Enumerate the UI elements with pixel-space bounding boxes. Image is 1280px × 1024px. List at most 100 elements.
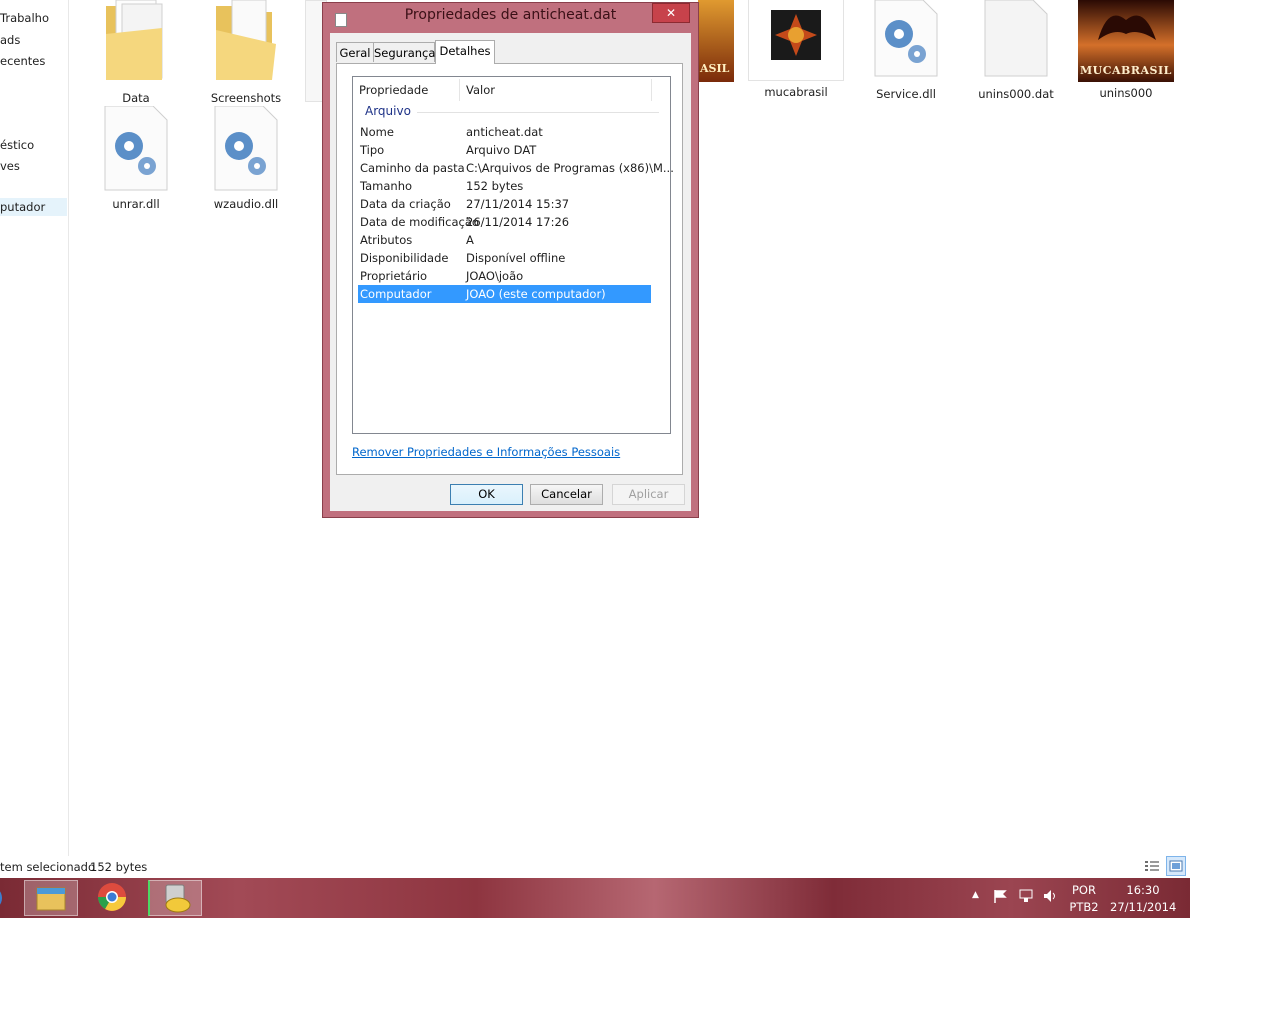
properties-dialog: Propriedades de anticheat.dat ✕ Geral Se… bbox=[322, 2, 699, 518]
file-label: wzaudio.dll bbox=[213, 197, 279, 211]
file-tile-partial[interactable]: ASIL bbox=[698, 0, 734, 82]
tab-label: Segurança bbox=[374, 46, 436, 60]
status-bar: tem selecionado 152 bytes bbox=[0, 856, 1190, 878]
installer-icon bbox=[165, 884, 191, 913]
volume-icon[interactable] bbox=[1042, 888, 1058, 907]
column-header-valor[interactable]: Valor bbox=[460, 79, 652, 101]
nav-item-desktop[interactable]: Trabalho bbox=[0, 11, 49, 25]
property-value: anticheat.dat bbox=[466, 125, 543, 139]
property-value: 27/11/2014 15:37 bbox=[466, 197, 570, 211]
property-value: Disponível offline bbox=[466, 251, 566, 265]
gear-dll-icon bbox=[104, 105, 168, 191]
large-icons-view-button[interactable] bbox=[1166, 856, 1186, 876]
property-row[interactable]: Caminho da pasta C:\Arquivos de Programas… bbox=[358, 159, 674, 177]
chrome-icon bbox=[98, 883, 126, 911]
property-name: Disponibilidade bbox=[360, 251, 449, 265]
file-unrar-dll[interactable]: unrar.dll bbox=[86, 105, 186, 211]
tab-detalhes[interactable]: Detalhes bbox=[435, 40, 495, 64]
property-value: C:\Arquivos de Programas (x86)\M... bbox=[466, 161, 674, 175]
column-header-label: Valor bbox=[466, 83, 495, 97]
nav-item-homegroup[interactable]: éstico bbox=[0, 138, 34, 152]
tab-label: Geral bbox=[339, 46, 371, 60]
property-row[interactable]: Nome anticheat.dat bbox=[358, 123, 651, 141]
nav-item-label: ads bbox=[0, 33, 21, 47]
file-label: mucabrasil bbox=[764, 85, 828, 99]
property-row-selected[interactable]: Computador JOAO (este computador) bbox=[358, 285, 651, 303]
apply-button[interactable]: Aplicar bbox=[612, 484, 685, 505]
nav-item-this-pc[interactable]: putador bbox=[0, 198, 67, 216]
property-row[interactable]: Data de modificação 26/11/2014 17:26 bbox=[358, 213, 651, 231]
dialog-title: Propriedades de anticheat.dat bbox=[404, 7, 617, 23]
chevron-up-icon: ▲ bbox=[972, 890, 979, 900]
property-name: Caminho da pasta bbox=[360, 161, 465, 175]
dragon-logo-text: MUCABRASIL bbox=[1080, 64, 1172, 77]
file-explorer-icon bbox=[36, 887, 66, 911]
tile-logo-text: ASIL bbox=[700, 62, 730, 75]
large-icons-view-icon bbox=[1169, 860, 1183, 872]
property-row[interactable]: Data da criação 27/11/2014 15:37 bbox=[358, 195, 651, 213]
nav-item-downloads[interactable]: ads bbox=[0, 33, 20, 47]
property-name: Atributos bbox=[360, 233, 413, 247]
tab-seguranca[interactable]: Segurança bbox=[373, 42, 435, 62]
cancel-button[interactable]: Cancelar bbox=[530, 484, 603, 505]
file-service-dll[interactable]: Service.dll bbox=[856, 0, 956, 101]
mucabrasil-logo-icon bbox=[771, 10, 821, 60]
language-indicator[interactable]: POR PTB2 bbox=[1066, 883, 1102, 914]
file-label: Service.dll bbox=[876, 87, 936, 101]
folder-icon bbox=[216, 0, 276, 80]
file-label: unins000 bbox=[1099, 86, 1153, 100]
nav-item-recent[interactable]: ecentes bbox=[0, 54, 45, 68]
taskbar: ▲ POR PTB2 16:30 27/11/2014 bbox=[0, 878, 1190, 918]
property-value: Arquivo DAT bbox=[466, 143, 537, 157]
property-row[interactable]: Tipo Arquivo DAT bbox=[358, 141, 651, 159]
action-center-flag-icon[interactable] bbox=[992, 888, 1008, 907]
property-value: 26/11/2014 17:26 bbox=[466, 215, 570, 229]
language-code: POR bbox=[1072, 883, 1096, 897]
taskbar-file-explorer[interactable] bbox=[24, 880, 78, 916]
nav-item-label: ves bbox=[0, 159, 20, 173]
show-hidden-icons-button[interactable]: ▲ bbox=[972, 890, 979, 900]
remove-properties-link[interactable]: Remover Propriedades e Informações Pesso… bbox=[352, 445, 620, 459]
folder-icon bbox=[106, 0, 163, 80]
nav-item-libraries[interactable]: ves bbox=[0, 159, 20, 173]
column-header-propriedade[interactable]: Propriedade bbox=[353, 79, 460, 101]
property-value: JOAO (este computador) bbox=[466, 287, 606, 301]
tab-geral[interactable]: Geral bbox=[336, 42, 374, 62]
file-mucabrasil[interactable]: mucabrasil bbox=[746, 0, 846, 99]
property-row[interactable]: Tamanho 152 bytes bbox=[358, 177, 651, 195]
nav-item-label: Trabalho bbox=[0, 11, 49, 25]
file-label: Screenshots bbox=[210, 91, 282, 105]
property-row[interactable]: Disponibilidade Disponível offline bbox=[358, 249, 651, 267]
clock[interactable]: 16:30 27/11/2014 bbox=[1110, 883, 1176, 914]
file-label: Data bbox=[122, 91, 150, 105]
properties-list[interactable]: Propriedade Valor Arquivo Nome anticheat.… bbox=[352, 76, 674, 434]
dialog-client-area: Geral Segurança Detalhes Propriedade Val… bbox=[330, 33, 691, 511]
file-unins000[interactable]: MUCABRASIL unins000 bbox=[1076, 0, 1176, 100]
mucabrasil-dragon-icon: MUCABRASIL bbox=[1078, 0, 1174, 82]
clock-time: 16:30 bbox=[1126, 883, 1160, 897]
keyboard-layout: PTB2 bbox=[1069, 900, 1099, 914]
file-wzaudio-dll[interactable]: wzaudio.dll bbox=[196, 105, 296, 211]
column-header-label: Propriedade bbox=[359, 83, 429, 97]
close-button[interactable]: ✕ bbox=[652, 3, 690, 23]
windows-logo-icon bbox=[0, 891, 2, 905]
taskbar-installer[interactable] bbox=[148, 880, 202, 916]
details-tab-panel: Propriedade Valor Arquivo Nome anticheat.… bbox=[336, 63, 683, 475]
group-header-arquivo: Arquivo bbox=[365, 104, 411, 118]
file-unins000-dat[interactable]: unins000.dat bbox=[966, 0, 1066, 101]
selection-count: tem selecionado bbox=[0, 860, 96, 874]
clock-date: 27/11/2014 bbox=[1110, 900, 1177, 914]
ok-button[interactable]: OK bbox=[450, 484, 523, 505]
details-view-button[interactable] bbox=[1142, 856, 1162, 876]
property-row[interactable]: Proprietário JOAO\joão bbox=[358, 267, 651, 285]
start-button[interactable] bbox=[0, 880, 10, 916]
file-data-folder[interactable]: Data bbox=[86, 0, 186, 105]
taskbar-chrome[interactable] bbox=[86, 880, 140, 916]
tab-label: Detalhes bbox=[439, 44, 491, 58]
file-screenshots-folder[interactable]: Screenshots bbox=[196, 0, 296, 105]
gear-dll-icon bbox=[214, 105, 278, 191]
property-name: Computador bbox=[360, 287, 432, 301]
nav-item-label: putador bbox=[0, 200, 46, 214]
network-icon[interactable] bbox=[1018, 888, 1034, 907]
property-row[interactable]: Atributos A bbox=[358, 231, 651, 249]
